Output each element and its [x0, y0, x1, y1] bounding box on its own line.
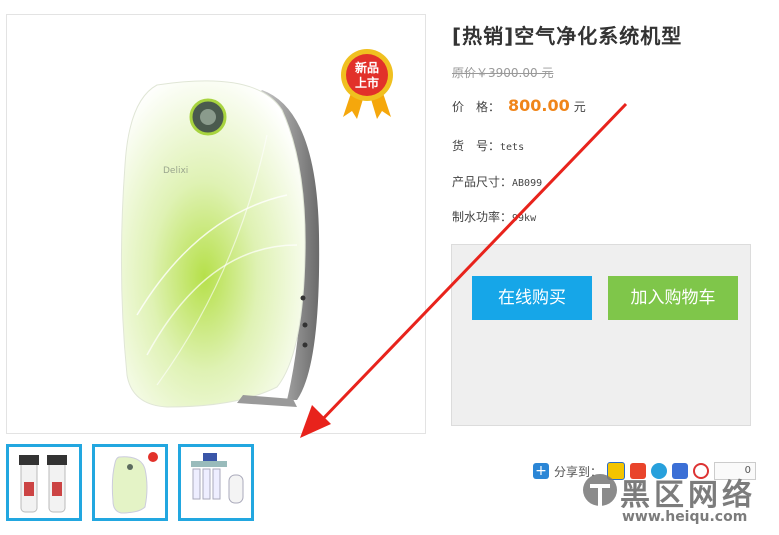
water-power-value: 99kw [512, 213, 537, 224]
brand-text: Delixi [163, 166, 188, 176]
twin-filter-image [19, 455, 67, 513]
water-power-row: 制水功率：99kw [452, 208, 536, 225]
item-code-label: 货 号： [452, 139, 501, 153]
site-watermark: 黑区网络 www.heiqu.com [582, 468, 772, 530]
purchase-panel: 在线购买 加入购物车 [451, 244, 751, 426]
thumbnail-twin-filter[interactable] [6, 444, 82, 521]
buy-now-button[interactable]: 在线购买 [472, 276, 592, 320]
product-title: [热销]空气净化系统机型 [452, 24, 683, 48]
plus-share-icon[interactable]: + [533, 463, 549, 479]
price-row: 价 格： 800.00 元 [452, 96, 586, 115]
watermark-title: 黑区网络 [620, 478, 756, 513]
add-to-cart-button[interactable]: 加入购物车 [608, 276, 738, 320]
item-code-row: 货 号：tets [452, 137, 524, 154]
watermark-url: www.heiqu.com [622, 509, 748, 525]
product-size-label: 产品尺寸： [452, 175, 513, 189]
thumbnail-purifier[interactable] [92, 444, 168, 521]
original-price: 原价￥3900.00 元 [452, 66, 554, 80]
ro-system-image [191, 453, 244, 504]
svg-text:上市: 上市 [355, 75, 379, 90]
price-value: 800.00 [508, 96, 570, 115]
svg-text:新品: 新品 [355, 60, 379, 75]
product-size-value: AB099 [512, 178, 543, 189]
watermark-logo-icon [583, 474, 617, 512]
product-size-row: 产品尺寸：AB099 [452, 173, 542, 190]
item-code-value: tets [500, 142, 525, 153]
price-label: 价 格： [452, 100, 501, 114]
air-purifier-illustration: 新品 上市 Delixi [120, 49, 393, 408]
main-product-image: 新品 上市 Delixi [6, 14, 426, 434]
thumbnail-ro-system[interactable] [178, 444, 254, 521]
price-unit: 元 [573, 100, 586, 114]
purifier-image [111, 452, 158, 514]
new-product-badge: 新品 上市 [341, 49, 393, 119]
water-power-label: 制水功率： [452, 210, 513, 224]
